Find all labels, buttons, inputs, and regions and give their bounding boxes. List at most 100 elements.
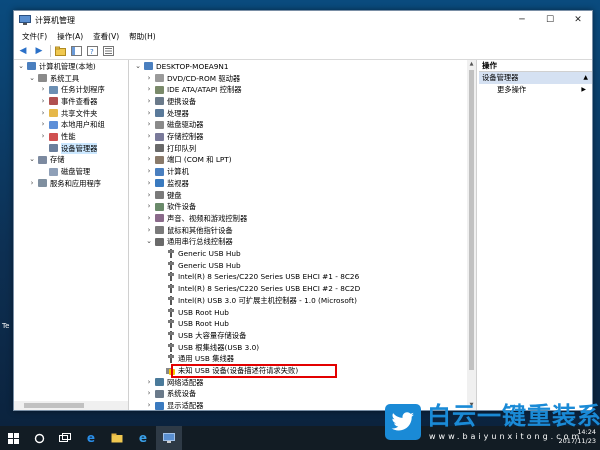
minimize-button[interactable]: ─ bbox=[508, 11, 536, 29]
nav-tree-item[interactable]: 磁盘管理 bbox=[39, 166, 90, 178]
expand-chevron-icon[interactable]: › bbox=[39, 96, 47, 107]
up-folder-icon[interactable] bbox=[53, 45, 67, 58]
device-tree-item[interactable]: › 网络适配器 bbox=[145, 376, 204, 388]
device-tree-item[interactable]: › DVD/CD-ROM 驱动器 bbox=[145, 72, 241, 84]
expand-chevron-icon[interactable]: › bbox=[28, 178, 36, 189]
menu-file[interactable]: 文件(F) bbox=[17, 31, 52, 42]
scrollbar-thumb[interactable] bbox=[24, 403, 84, 408]
device-tree-item[interactable]: ⌄ 通用串行总线控制器 bbox=[145, 236, 233, 248]
device-tree-item[interactable]: › IDE ATA/ATAPI 控制器 bbox=[145, 84, 242, 96]
expand-chevron-icon[interactable]: › bbox=[145, 213, 153, 224]
close-button[interactable]: ✕ bbox=[564, 11, 592, 29]
device-tree-item[interactable]: › 显示适配器 bbox=[145, 400, 204, 410]
nav-tree-item[interactable]: › 性能 bbox=[39, 131, 76, 143]
expand-chevron-icon[interactable]: › bbox=[145, 84, 153, 95]
device-tree-item[interactable]: › 计算机 bbox=[145, 166, 189, 178]
collapse-chevron-icon[interactable]: ⌄ bbox=[145, 236, 153, 247]
device-tree-item[interactable]: USB Root Hub bbox=[156, 318, 229, 330]
device-tree-item[interactable]: 通用 USB 集线器 bbox=[156, 353, 234, 365]
device-tree-item[interactable]: › 打印队列 bbox=[145, 142, 197, 154]
device-tree-item[interactable]: Intel(R) 8 Series/C220 Series USB EHCI #… bbox=[156, 271, 359, 283]
help-icon[interactable]: ? bbox=[85, 45, 99, 58]
device-tree-item[interactable]: Intel(R) 8 Series/C220 Series USB EHCI #… bbox=[156, 283, 360, 295]
device-tree-item[interactable]: › 处理器 bbox=[145, 107, 189, 119]
nav-tree-item[interactable]: ⌄ 存储 bbox=[28, 154, 65, 166]
device-tree-item[interactable]: › 存储控制器 bbox=[145, 131, 204, 143]
expand-chevron-icon[interactable]: › bbox=[39, 131, 47, 142]
expand-chevron-icon[interactable]: › bbox=[145, 201, 153, 212]
expand-chevron-icon[interactable]: › bbox=[145, 131, 153, 142]
nav-tree-item[interactable]: › 事件查看器 bbox=[39, 96, 98, 108]
nav-tree-item[interactable]: › 共享文件夹 bbox=[39, 107, 98, 119]
device-tree-item[interactable]: Intel(R) USB 3.0 可扩展主机控制器 - 1.0 (Microso… bbox=[156, 295, 357, 307]
device-tree-item[interactable]: USB 根集线器(USB 3.0) bbox=[156, 341, 259, 353]
collapse-chevron-icon[interactable]: ⌄ bbox=[28, 73, 36, 84]
menu-help[interactable]: 帮助(H) bbox=[124, 31, 161, 42]
expand-chevron-icon[interactable]: › bbox=[145, 166, 153, 177]
left-horizontal-scrollbar[interactable] bbox=[14, 401, 128, 410]
device-tree-label: 通用串行总线控制器 bbox=[167, 237, 233, 247]
nav-tree-item[interactable]: ⌄ 计算机管理(本地) bbox=[17, 61, 96, 73]
expand-chevron-icon[interactable]: › bbox=[145, 119, 153, 130]
device-tree-item[interactable]: › 监视器 bbox=[145, 178, 189, 190]
nav-tree-item[interactable]: › 服务和应用程序 bbox=[28, 178, 101, 190]
device-tree-item[interactable]: › 系统设备 bbox=[145, 388, 197, 400]
device-tree-item[interactable]: Generic USB Hub bbox=[156, 248, 241, 260]
menu-view[interactable]: 查看(V) bbox=[88, 31, 124, 42]
file-explorer-icon[interactable] bbox=[104, 426, 130, 450]
expand-chevron-icon[interactable]: › bbox=[145, 154, 153, 165]
expand-chevron-icon[interactable]: › bbox=[145, 400, 153, 410]
collapse-caret-icon[interactable]: ▲ bbox=[583, 72, 588, 84]
nav-tree-item[interactable]: 设备管理器 bbox=[39, 142, 98, 154]
desktop-icon-label[interactable]: Te bbox=[2, 322, 9, 330]
device-tree-item[interactable]: › 磁盘驱动器 bbox=[145, 119, 204, 131]
computer-management-taskbar-icon[interactable] bbox=[156, 426, 182, 450]
expand-chevron-icon[interactable]: › bbox=[145, 388, 153, 399]
expand-chevron-icon[interactable]: › bbox=[145, 377, 153, 388]
device-tree-item[interactable]: › 便携设备 bbox=[145, 96, 197, 108]
expand-chevron-icon[interactable]: › bbox=[145, 225, 153, 236]
actions-section-device-manager[interactable]: 设备管理器 ▲ bbox=[479, 72, 592, 84]
device-tree-item[interactable]: › 软件设备 bbox=[145, 201, 197, 213]
start-windows-icon[interactable] bbox=[0, 426, 26, 450]
show-hide-tree-icon[interactable] bbox=[69, 45, 83, 58]
properties-icon[interactable] bbox=[101, 45, 115, 58]
expand-chevron-icon[interactable]: › bbox=[39, 84, 47, 95]
scroll-up-arrow-icon[interactable]: ▲ bbox=[467, 60, 476, 69]
collapse-chevron-icon[interactable]: ⌄ bbox=[17, 61, 25, 72]
expand-chevron-icon[interactable]: › bbox=[145, 143, 153, 154]
device-tree-item[interactable]: Generic USB Hub bbox=[156, 259, 241, 271]
edge-browser-icon[interactable]: e bbox=[78, 426, 104, 450]
expand-chevron-icon[interactable]: › bbox=[39, 108, 47, 119]
device-tree-label: 系统设备 bbox=[167, 389, 197, 399]
task-view-icon[interactable] bbox=[52, 426, 78, 450]
back-arrow-icon[interactable]: ◀ bbox=[16, 45, 30, 58]
menu-action[interactable]: 操作(A) bbox=[52, 31, 88, 42]
device-tree-item[interactable]: USB 大容量存储设备 bbox=[156, 330, 246, 342]
title-bar[interactable]: 计算机管理 ─ ☐ ✕ bbox=[14, 11, 592, 29]
expand-chevron-icon[interactable]: › bbox=[145, 96, 153, 107]
device-tree-item[interactable]: USB Root Hub bbox=[156, 306, 229, 318]
collapse-chevron-icon[interactable]: ⌄ bbox=[28, 154, 36, 165]
expand-chevron-icon[interactable]: › bbox=[145, 178, 153, 189]
cortana-circle-icon[interactable] bbox=[26, 426, 52, 450]
device-tree-item[interactable]: › 键盘 bbox=[145, 189, 182, 201]
device-tree-item[interactable]: ⌄ DESKTOP-MOEA9N1 bbox=[134, 61, 228, 73]
expand-chevron-icon[interactable]: › bbox=[145, 73, 153, 84]
forward-arrow-icon[interactable]: ▶ bbox=[32, 45, 46, 58]
internet-explorer-icon[interactable]: e bbox=[130, 426, 156, 450]
nav-tree-item[interactable]: ⌄ 系统工具 bbox=[28, 72, 79, 84]
device-tree-item[interactable]: › 声音、视频和游戏控制器 bbox=[145, 213, 248, 225]
device-tree-item[interactable]: › 鼠标和其他指针设备 bbox=[145, 224, 233, 236]
nav-tree-item[interactable]: › 任务计划程序 bbox=[39, 84, 105, 96]
maximize-button[interactable]: ☐ bbox=[536, 11, 564, 29]
more-actions-item[interactable]: 更多操作 ▶ bbox=[479, 84, 592, 96]
expand-chevron-icon[interactable]: › bbox=[145, 108, 153, 119]
scrollbar-thumb[interactable] bbox=[469, 70, 474, 370]
device-tree-item[interactable]: › 端口 (COM 和 LPT) bbox=[145, 154, 232, 166]
expand-chevron-icon[interactable]: › bbox=[39, 119, 47, 130]
expand-chevron-icon[interactable]: › bbox=[145, 190, 153, 201]
device-tree-scrollbar[interactable]: ▲ ▼ bbox=[467, 60, 476, 410]
nav-tree-item[interactable]: › 本地用户和组 bbox=[39, 119, 105, 131]
collapse-chevron-icon[interactable]: ⌄ bbox=[134, 61, 142, 72]
